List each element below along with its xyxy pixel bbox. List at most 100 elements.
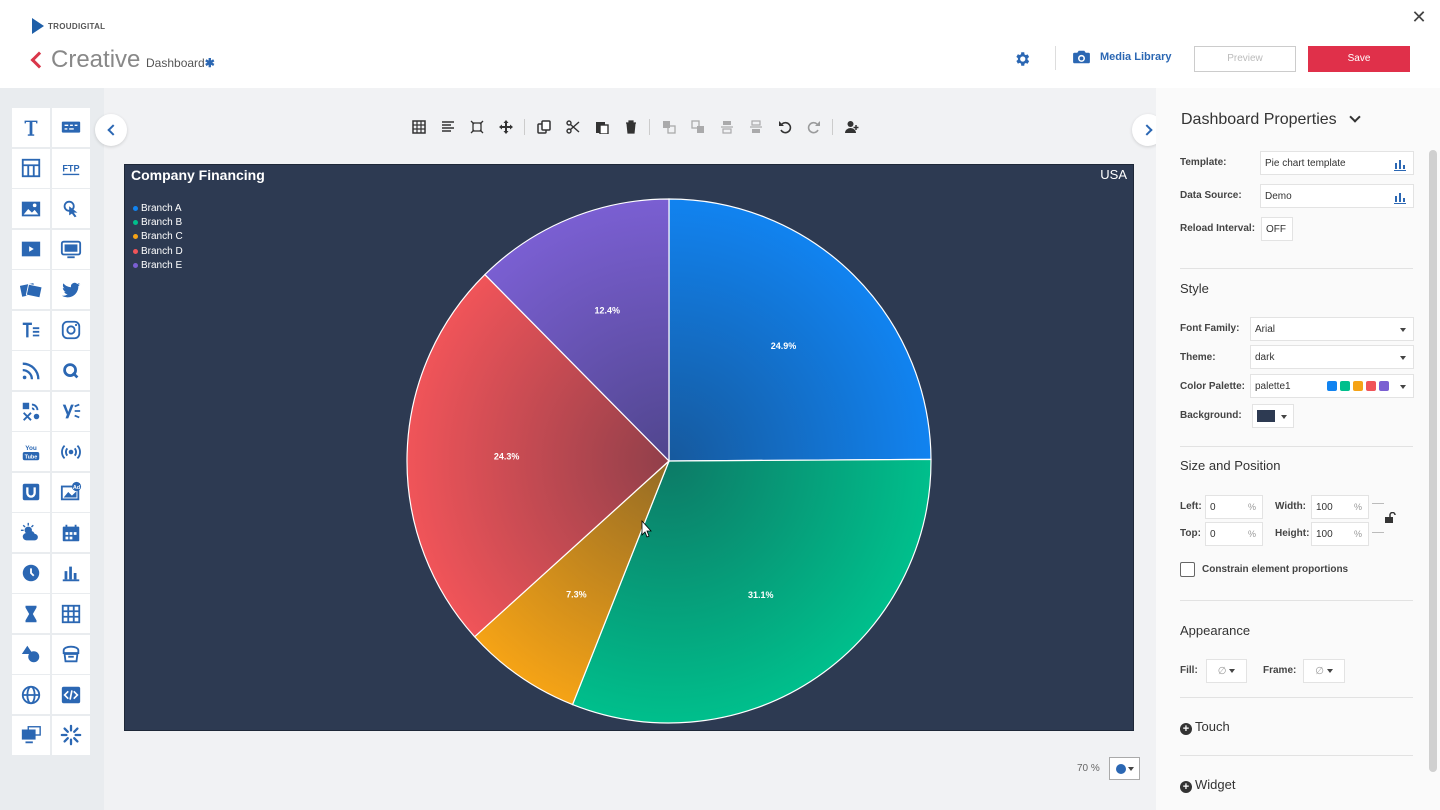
tool-web-button[interactable] — [12, 675, 50, 714]
tool-broadcast-button[interactable] — [52, 432, 90, 471]
align-button[interactable] — [433, 116, 462, 138]
cut-button[interactable] — [558, 116, 587, 138]
reload-interval-label: Reload Interval: — [1180, 223, 1256, 234]
dashboard-chart[interactable]: 24.9% 31.1% 7.3% 24.3% 12.4% Company Financi… — [124, 164, 1134, 731]
legend-item[interactable]: Branch A — [133, 201, 183, 215]
size-position-section-title: Size and Position — [1180, 458, 1281, 473]
background-color-picker[interactable] — [1252, 404, 1294, 428]
tool-instagram-button[interactable] — [52, 310, 90, 350]
tool-screen-button[interactable] — [52, 229, 90, 269]
percent-unit: % — [1247, 529, 1256, 539]
tool-feeds-button[interactable] — [12, 391, 50, 431]
left-input[interactable]: 0% — [1205, 495, 1263, 519]
font-family-select[interactable]: Arial — [1250, 317, 1414, 341]
bar-chart-icon[interactable] — [1393, 157, 1407, 171]
tool-calendar-button[interactable] — [52, 513, 90, 552]
gear-icon[interactable] — [1013, 50, 1031, 68]
appearance-section-title: Appearance — [1180, 623, 1251, 638]
widget-tool-grid: FTP You Tube Ad — [12, 108, 91, 756]
unlock-icon[interactable] — [1384, 512, 1396, 524]
collapse-left-button[interactable] — [95, 114, 127, 146]
image-icon — [21, 201, 41, 216]
tool-menu-board-button[interactable] — [52, 634, 90, 674]
signage-icon — [21, 726, 41, 744]
top-input[interactable]: 0% — [1205, 522, 1263, 546]
frame-picker[interactable]: ∅ — [1303, 659, 1345, 683]
bring-front-button[interactable] — [654, 116, 683, 138]
widget-section-toggle[interactable]: + Widget — [1180, 777, 1235, 793]
tool-code-button[interactable] — [52, 675, 90, 714]
breadcrumb[interactable]: Dashboard✱ — [146, 56, 215, 70]
left-label: Left: — [1180, 501, 1202, 512]
touch-section-toggle[interactable]: + Touch — [1180, 719, 1230, 735]
tool-text-button[interactable] — [12, 108, 50, 147]
grid-button[interactable] — [404, 116, 433, 138]
tool-chart-button[interactable] — [52, 553, 90, 593]
add-user-button[interactable] — [837, 116, 866, 138]
panel-scrollbar[interactable] — [1429, 150, 1437, 772]
color-palette-label: Color Palette: — [1180, 381, 1246, 392]
back-button[interactable] — [28, 48, 44, 72]
delete-button[interactable] — [616, 116, 645, 138]
tool-ftp-button[interactable]: FTP — [52, 148, 90, 188]
bring-front-icon — [662, 121, 676, 134]
copy-button[interactable] — [529, 116, 558, 138]
caret-down-icon — [1281, 415, 1287, 419]
tool-image-button[interactable] — [12, 189, 50, 228]
bar-chart-icon[interactable] — [1393, 190, 1407, 204]
template-field[interactable]: Pie chart template — [1260, 151, 1414, 175]
color-palette-select[interactable]: palette1 — [1250, 374, 1414, 398]
tool-yammer-button[interactable] — [52, 391, 90, 431]
theme-select[interactable]: dark — [1250, 345, 1414, 369]
zoom-menu-button[interactable] — [1109, 757, 1140, 780]
tool-timer-button[interactable] — [12, 594, 50, 633]
save-button[interactable]: Save — [1308, 46, 1410, 72]
app-header: TROUDIGITAL Creative Dashboard✱ ✕ Media … — [0, 0, 1440, 88]
tool-rich-text-button[interactable] — [12, 310, 50, 350]
legend-item[interactable]: Branch B — [133, 215, 183, 229]
tool-queue-button[interactable] — [52, 351, 90, 390]
tool-weather-button[interactable] — [12, 513, 50, 552]
tool-u-button[interactable] — [12, 472, 50, 512]
broadcast-icon — [61, 444, 81, 459]
tool-slideshow-button[interactable] — [12, 270, 50, 309]
tool-twitter-button[interactable] — [52, 270, 90, 309]
bring-forward-icon — [720, 121, 733, 134]
send-backward-button[interactable] — [741, 116, 770, 138]
move-button[interactable] — [491, 116, 520, 138]
width-input[interactable]: 100% — [1311, 495, 1369, 519]
tool-video-button[interactable] — [12, 229, 50, 269]
tool-shapes-button[interactable] — [12, 634, 50, 674]
legend-item[interactable]: Branch E — [133, 259, 183, 273]
tool-signage-button[interactable] — [12, 715, 50, 755]
redo-icon — [807, 121, 820, 134]
redo-button[interactable] — [799, 116, 828, 138]
tool-ticker-button[interactable] — [52, 108, 90, 147]
close-icon[interactable]: ✕ — [1410, 8, 1428, 26]
constrain-proportions-checkbox[interactable] — [1180, 562, 1195, 577]
tool-youtube-button[interactable]: You Tube — [12, 432, 50, 471]
preview-button[interactable]: Preview — [1194, 46, 1296, 72]
grid-table-icon — [61, 604, 81, 623]
bring-forward-button[interactable] — [712, 116, 741, 138]
pie-slice-branch-a[interactable] — [668, 198, 932, 462]
legend-item[interactable]: Branch C — [133, 230, 183, 244]
send-back-button[interactable] — [683, 116, 712, 138]
tool-grid-table-button[interactable] — [52, 594, 90, 633]
fit-button[interactable] — [462, 116, 491, 138]
paste-button[interactable] — [587, 116, 616, 138]
media-library-button[interactable]: Media Library — [1073, 50, 1172, 64]
tool-loader-button[interactable] — [52, 715, 90, 755]
tool-ad-image-button[interactable]: Ad — [52, 472, 90, 512]
tool-table-layout-button[interactable] — [12, 148, 50, 188]
height-input[interactable]: 100% — [1311, 522, 1369, 546]
tool-touch-button[interactable] — [52, 189, 90, 228]
fill-picker[interactable]: ∅ — [1206, 659, 1247, 683]
cut-icon — [565, 120, 579, 134]
tool-rss-button[interactable] — [12, 351, 50, 390]
tool-clock-button[interactable] — [12, 553, 50, 593]
legend-item[interactable]: Branch D — [133, 244, 183, 258]
undo-button[interactable] — [770, 116, 799, 138]
reload-interval-field[interactable]: OFF — [1261, 217, 1293, 241]
data-source-field[interactable]: Demo — [1260, 184, 1414, 208]
